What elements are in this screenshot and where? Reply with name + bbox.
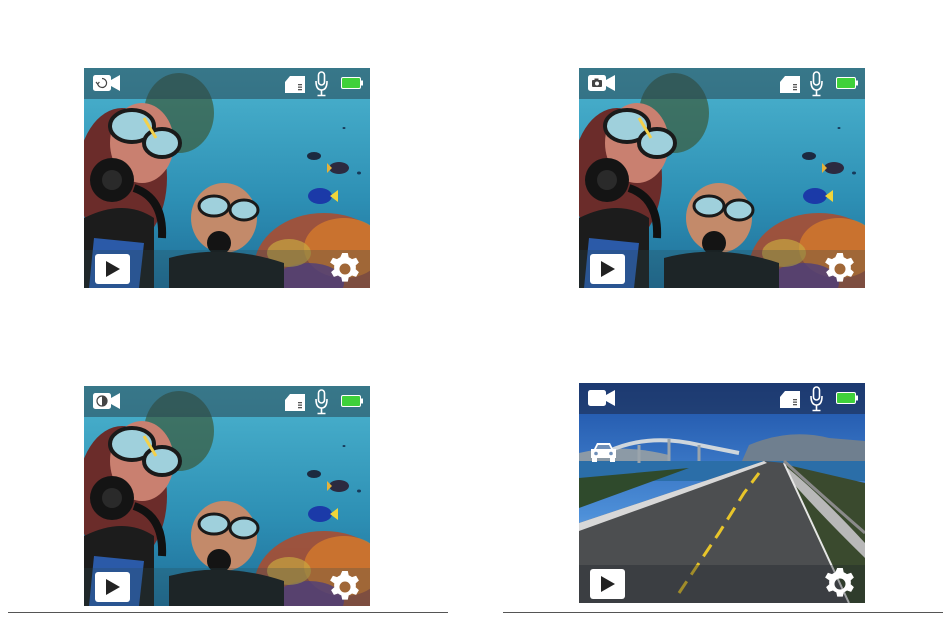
settings-gear-icon[interactable] bbox=[328, 570, 362, 604]
car-mode-icon bbox=[589, 441, 618, 463]
microphone-icon bbox=[315, 71, 328, 97]
video-photo-icon[interactable] bbox=[588, 74, 615, 93]
video-loop-icon[interactable] bbox=[93, 74, 120, 93]
battery-icon bbox=[341, 77, 363, 89]
battery-icon bbox=[341, 395, 363, 407]
camera-screen-loop bbox=[84, 68, 370, 288]
sd-card-icon bbox=[780, 391, 800, 408]
microphone-icon bbox=[315, 389, 328, 415]
sd-card-icon bbox=[780, 76, 800, 93]
camera-screen-timelapse bbox=[84, 386, 370, 606]
settings-gear-icon[interactable] bbox=[328, 252, 362, 286]
play-icon bbox=[106, 261, 120, 277]
playback-button[interactable] bbox=[590, 254, 625, 284]
playback-button[interactable] bbox=[95, 254, 130, 284]
microphone-icon bbox=[810, 386, 823, 412]
play-icon bbox=[601, 576, 615, 592]
sd-card-icon bbox=[285, 394, 305, 411]
settings-gear-icon[interactable] bbox=[823, 252, 857, 286]
camera-screen-video-photo bbox=[579, 68, 865, 288]
video-icon[interactable] bbox=[588, 389, 615, 408]
playback-button[interactable] bbox=[590, 569, 625, 599]
play-icon bbox=[106, 579, 120, 595]
divider-right bbox=[503, 612, 943, 613]
play-icon bbox=[601, 261, 615, 277]
playback-button[interactable] bbox=[95, 572, 130, 602]
battery-icon bbox=[836, 392, 858, 404]
battery-icon bbox=[836, 77, 858, 89]
camera-screen-car-mode bbox=[579, 383, 865, 603]
divider-left bbox=[8, 612, 448, 613]
microphone-icon bbox=[810, 71, 823, 97]
sd-card-icon bbox=[285, 76, 305, 93]
video-timelapse-icon[interactable] bbox=[93, 392, 120, 411]
settings-gear-icon[interactable] bbox=[823, 567, 857, 601]
